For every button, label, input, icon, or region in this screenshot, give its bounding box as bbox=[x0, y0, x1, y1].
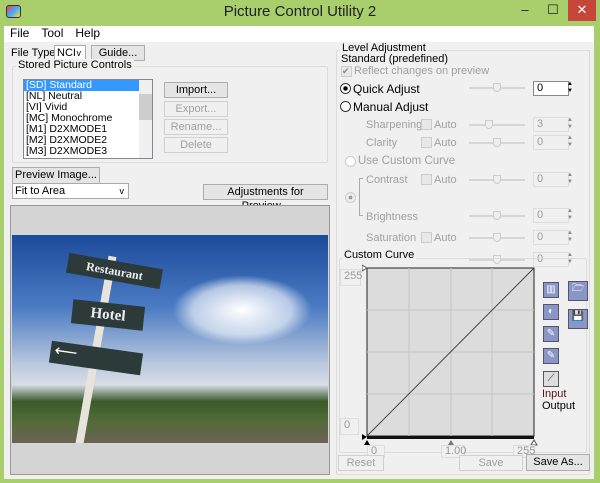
open-folder-icon[interactable]: 🗁 bbox=[568, 281, 588, 301]
reflect-checkbox[interactable]: ✔ bbox=[341, 66, 352, 77]
auto-contrast-icon[interactable]: ◐ bbox=[543, 304, 559, 320]
eyedropper-white-icon[interactable]: ✎ bbox=[543, 348, 559, 364]
file-type-value: NCI bbox=[57, 47, 76, 59]
menu-bar: File Tool Help bbox=[4, 26, 594, 42]
input-label: Input bbox=[542, 388, 566, 400]
sign-hotel: Hotel bbox=[71, 299, 145, 330]
scrollbar-thumb[interactable] bbox=[139, 94, 152, 120]
eyedropper-icon[interactable]: ✎ bbox=[543, 326, 559, 342]
saturation-label: Saturation bbox=[366, 232, 416, 244]
adjustments-for-preview-button[interactable]: Adjustments for Preview... bbox=[203, 184, 328, 200]
sharpening-spinner[interactable]: ▲▼ bbox=[565, 117, 575, 132]
sharpening-label: Sharpening bbox=[366, 119, 422, 131]
contrast-input[interactable]: 0 bbox=[533, 172, 569, 187]
minimize-button[interactable]: – bbox=[512, 0, 538, 21]
menu-tool[interactable]: Tool bbox=[41, 26, 63, 42]
reset-button[interactable]: Reset bbox=[338, 455, 384, 471]
clarity-slider[interactable] bbox=[469, 138, 525, 148]
quick-adjust-label: Quick Adjust bbox=[353, 82, 420, 96]
save-icon[interactable]: 💾 bbox=[568, 309, 588, 329]
close-button[interactable]: ✕ bbox=[568, 0, 596, 21]
clarity-label: Clarity bbox=[366, 137, 397, 149]
saturation-auto-checkbox[interactable] bbox=[421, 232, 432, 243]
quick-adjust-spinner[interactable]: ▲▼ bbox=[565, 81, 575, 96]
contrast-auto-label: Auto bbox=[434, 174, 457, 186]
saturation-auto-label: Auto bbox=[434, 232, 457, 244]
sharpening-auto-label: Auto bbox=[434, 119, 457, 131]
list-scrollbar[interactable] bbox=[139, 80, 152, 158]
chevron-down-icon: v bbox=[120, 184, 125, 198]
import-button[interactable]: Import... bbox=[164, 82, 228, 98]
fit-select[interactable]: Fit to Area v bbox=[12, 183, 129, 199]
clarity-auto-checkbox[interactable] bbox=[421, 137, 432, 148]
sharpening-auto-checkbox[interactable] bbox=[421, 119, 432, 130]
contrast-label: Contrast bbox=[366, 174, 408, 186]
clarity-input[interactable]: 0 bbox=[533, 135, 569, 150]
contrast-auto-checkbox[interactable] bbox=[421, 174, 432, 185]
output-black-marker bbox=[362, 434, 367, 440]
brightness-slider[interactable] bbox=[469, 211, 525, 221]
brightness-label: Brightness bbox=[366, 211, 418, 223]
contrast-spinner[interactable]: ▲▼ bbox=[565, 172, 575, 187]
file-type-label: File Type: bbox=[11, 47, 59, 59]
preview-photo: Restaurant Hotel ⟵ bbox=[12, 235, 328, 443]
curve-graph[interactable] bbox=[362, 264, 538, 446]
custom-curve-label: Custom Curve bbox=[342, 249, 416, 261]
saturation-slider[interactable] bbox=[469, 233, 525, 243]
clarity-auto-label: Auto bbox=[434, 137, 457, 149]
export-button[interactable]: Export... bbox=[164, 101, 228, 117]
save-as-button[interactable]: Save As... bbox=[526, 454, 590, 471]
manual-adjust-label: Manual Adjust bbox=[353, 100, 428, 114]
manual-adjust-radio[interactable] bbox=[340, 101, 351, 112]
contrast-brightness-radio[interactable] bbox=[345, 192, 356, 203]
contrast-slider[interactable] bbox=[469, 175, 525, 185]
sharpening-slider[interactable] bbox=[469, 120, 525, 130]
brightness-spinner[interactable]: ▲▼ bbox=[565, 208, 575, 223]
brightness-input[interactable]: 0 bbox=[533, 208, 569, 223]
menu-file[interactable]: File bbox=[10, 26, 29, 42]
stored-controls-list[interactable]: [SD] Standard [NL] Neutral [VI] Vivid [M… bbox=[23, 79, 153, 159]
rename-button[interactable]: Rename... bbox=[164, 119, 228, 135]
list-item[interactable]: [M3] D2XMODE3 bbox=[24, 146, 152, 157]
chevron-down-icon: v bbox=[77, 46, 82, 60]
use-custom-curve-label: Use Custom Curve bbox=[358, 155, 455, 167]
reflect-label: Reflect changes on preview bbox=[354, 65, 489, 77]
sharpening-input[interactable]: 3 bbox=[533, 117, 569, 132]
levels-icon[interactable]: ▥ bbox=[543, 282, 559, 298]
quick-adjust-input[interactable]: 0 bbox=[533, 81, 569, 96]
output-min-field[interactable]: 0 bbox=[340, 418, 359, 435]
quick-adjust-slider[interactable] bbox=[469, 83, 525, 93]
reset-curve-icon[interactable]: ⟋ bbox=[543, 371, 559, 387]
delete-button[interactable]: Delete bbox=[164, 137, 228, 153]
stored-controls-label: Stored Picture Controls bbox=[16, 59, 134, 71]
title-bar: Picture Control Utility 2 bbox=[0, 0, 600, 26]
app-icon bbox=[6, 5, 21, 18]
saturation-spinner[interactable]: ▲▼ bbox=[565, 230, 575, 245]
output-white-marker bbox=[362, 265, 367, 271]
output-label: Output bbox=[542, 400, 575, 412]
quick-adjust-radio[interactable] bbox=[340, 83, 351, 94]
picture-control-name: Standard (predefined) bbox=[341, 53, 448, 65]
preview-image-button[interactable]: Preview Image... bbox=[12, 167, 100, 184]
window-title: Picture Control Utility 2 bbox=[224, 3, 377, 20]
saturation-input[interactable]: 0 bbox=[533, 230, 569, 245]
bracket bbox=[359, 178, 363, 216]
fit-value: Fit to Area bbox=[15, 185, 65, 197]
maximize-button[interactable]: ☐ bbox=[540, 0, 566, 21]
clarity-spinner[interactable]: ▲▼ bbox=[565, 135, 575, 150]
save-button[interactable]: Save bbox=[459, 455, 523, 471]
output-max-field[interactable]: 255 bbox=[340, 269, 361, 286]
menu-help[interactable]: Help bbox=[75, 26, 100, 42]
use-custom-curve-radio[interactable] bbox=[345, 156, 356, 167]
